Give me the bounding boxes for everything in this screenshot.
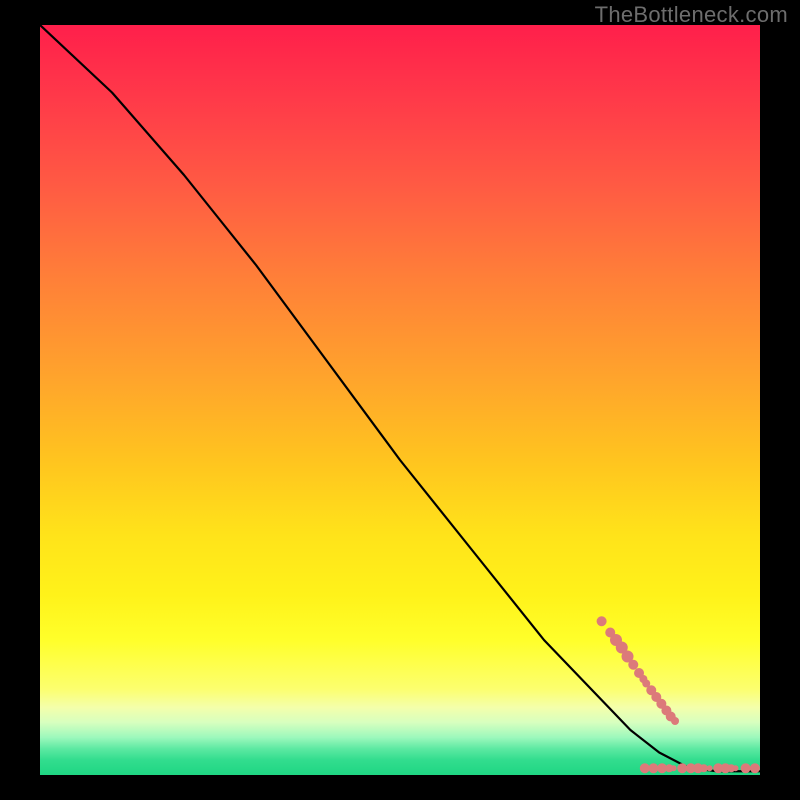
chart-stage: TheBottleneck.com <box>0 0 800 800</box>
scatter-markers-group <box>597 616 760 773</box>
scatter-marker <box>707 765 713 771</box>
plot-area <box>40 25 760 775</box>
scatter-marker <box>597 616 607 626</box>
scatter-marker <box>671 717 679 725</box>
scatter-marker <box>648 763 658 773</box>
scatter-marker <box>628 660 638 670</box>
watermark-label: TheBottleneck.com <box>595 2 788 28</box>
scatter-marker <box>741 763 751 773</box>
scatter-marker <box>677 763 687 773</box>
scatter-marker <box>671 765 677 771</box>
chart-overlay-svg <box>40 25 760 775</box>
bottleneck-curve <box>40 25 760 771</box>
scatter-marker <box>750 763 760 773</box>
scatter-marker <box>733 765 739 771</box>
scatter-marker <box>640 763 650 773</box>
